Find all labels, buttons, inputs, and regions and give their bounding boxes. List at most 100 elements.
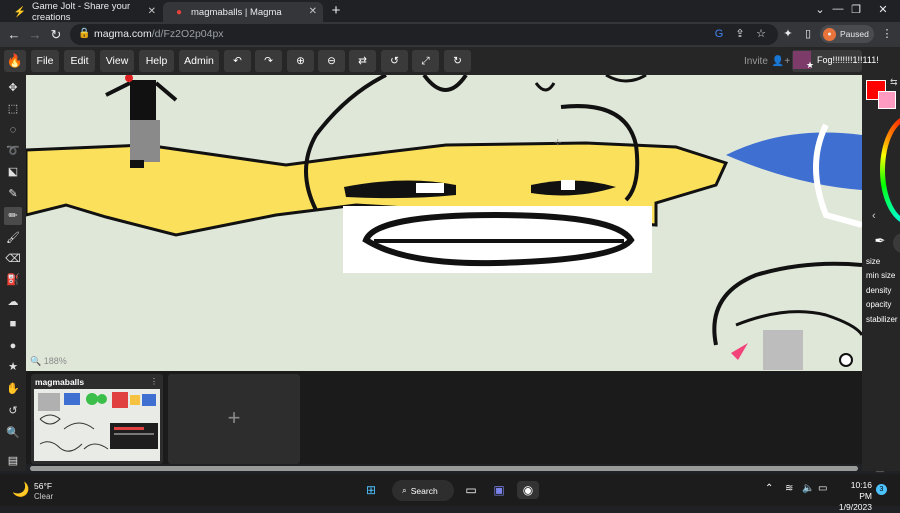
color-wheel[interactable] bbox=[880, 115, 900, 225]
search-label: Search bbox=[410, 485, 438, 496]
left-eye-highlight bbox=[416, 183, 444, 193]
layers-toggle-icon[interactable]: ▤ bbox=[4, 452, 22, 470]
brush-prop-size[interactable]: size bbox=[866, 257, 880, 266]
pencil-icon[interactable]: ✏ bbox=[4, 207, 22, 225]
rotate-left-icon[interactable]: ↺ bbox=[381, 50, 408, 72]
brush-prop-min-size[interactable]: min size bbox=[866, 271, 895, 280]
brush-prop-stabilizer[interactable]: stabilizer bbox=[866, 315, 898, 324]
tab-search-icon[interactable]: ⌄ bbox=[812, 3, 828, 16]
side-panel-icon[interactable]: ▯ bbox=[801, 27, 815, 41]
thumbnail-art bbox=[38, 392, 158, 452]
small-circle bbox=[839, 353, 853, 367]
head-curve-top bbox=[422, 75, 468, 92]
zoom-tool-icon[interactable]: 🔍 bbox=[4, 424, 22, 442]
bookmark-star-icon[interactable]: ☆ bbox=[754, 27, 768, 41]
menu-file[interactable]: File bbox=[31, 50, 59, 72]
weather-widget[interactable]: 🌙 56°F Clear bbox=[8, 480, 68, 502]
hand-icon[interactable]: ✋ bbox=[4, 380, 22, 398]
back-icon[interactable]: ← bbox=[6, 27, 22, 42]
tool-palette: ✥ ⬚ ◌ ➰ ⬕ ✎ ✏ 🖌 ⌫ ⛽ ☁ ■ ● ★ ✋ ↺ 🔍 ▤ bbox=[0, 75, 26, 471]
pink-mark bbox=[731, 343, 748, 360]
weather-temp: 56°F bbox=[34, 481, 53, 491]
menu-view[interactable]: View bbox=[100, 50, 134, 72]
rotate-right-icon[interactable]: ↻ bbox=[444, 50, 471, 72]
user-chip[interactable]: ★ Fog!!!!!!!!1!!111! bbox=[792, 50, 879, 72]
color-wheel-center bbox=[885, 120, 900, 220]
zoom-out-icon[interactable]: ⊖ bbox=[318, 50, 345, 72]
horizontal-scrollbar[interactable] bbox=[30, 466, 858, 471]
restore-icon[interactable]: ❐ bbox=[848, 3, 864, 16]
transform-icon[interactable]: ⬕ bbox=[4, 163, 22, 181]
collapse-panel-icon[interactable]: ‹ bbox=[872, 210, 876, 222]
eyedropper-icon[interactable]: ✎ bbox=[4, 185, 22, 203]
battery-icon[interactable]: ▭ bbox=[818, 483, 827, 494]
rect-select-icon[interactable]: ⬚ bbox=[4, 100, 22, 118]
system-clock[interactable]: 10:16 PM 1/9/2023 bbox=[838, 480, 872, 513]
more-menu-icon[interactable]: ⋮ bbox=[880, 27, 894, 41]
rectangle-shape-icon[interactable]: ■ bbox=[4, 315, 22, 333]
brush-prop-density[interactable]: density bbox=[866, 286, 891, 295]
star-shape-icon[interactable]: ★ bbox=[4, 358, 22, 376]
tab-gamejolt[interactable]: ⚡ Game Jolt - Share your creations ✕ bbox=[4, 1, 162, 23]
ellipse-select-icon[interactable]: ◌ bbox=[4, 121, 22, 139]
share-icon[interactable]: ⇪ bbox=[733, 27, 747, 41]
extensions-icon[interactable]: ✦ bbox=[781, 27, 795, 41]
lasso-icon[interactable]: ➰ bbox=[4, 142, 22, 160]
task-view-icon[interactable]: ▭ bbox=[462, 481, 480, 499]
drawing-canvas[interactable]: ⊹ 🔍 188% bbox=[26, 75, 862, 371]
character-body bbox=[130, 80, 156, 120]
magma-logo-icon[interactable]: 🔥 bbox=[4, 50, 26, 72]
address-bar[interactable]: 🔒 magma.com/d/Fz2O2p04px bbox=[70, 24, 778, 45]
fullscreen-icon[interactable]: ⤢ bbox=[412, 50, 439, 72]
layer-menu-icon[interactable]: ⋮ bbox=[150, 377, 158, 386]
flip-icon[interactable]: ⇄ bbox=[349, 50, 376, 72]
brush-icon[interactable]: 🖌 bbox=[4, 229, 22, 247]
secondary-color-swatch[interactable] bbox=[878, 91, 896, 109]
undo-icon[interactable]: ↶ bbox=[224, 50, 251, 72]
wifi-icon[interactable]: ≋ bbox=[785, 483, 793, 494]
brush-prop-opacity[interactable]: opacity bbox=[866, 300, 891, 309]
profile-button[interactable]: ● Paused bbox=[820, 25, 874, 43]
chrome-taskbar-icon[interactable]: ◉ bbox=[517, 481, 539, 499]
menu-help[interactable]: Help bbox=[139, 50, 174, 72]
tray-overflow-icon[interactable]: ⌃ bbox=[765, 483, 773, 494]
taskbar-search[interactable]: ⌕ Search bbox=[392, 480, 454, 501]
add-layer-button[interactable]: + bbox=[168, 374, 300, 464]
tab-magma[interactable]: ● magmaballs | Magma ✕ bbox=[163, 2, 323, 22]
zoom-icon: 🔍 bbox=[30, 356, 44, 366]
swap-colors-icon[interactable]: ⇆ bbox=[890, 77, 898, 88]
new-tab-button[interactable]: + bbox=[328, 3, 344, 19]
scrollbar-thumb[interactable] bbox=[30, 466, 858, 471]
clock-time: 10:16 PM bbox=[850, 480, 872, 501]
eraser-icon[interactable]: ⌫ bbox=[4, 250, 22, 268]
smudge-icon[interactable]: ☁ bbox=[4, 293, 22, 311]
ellipse-shape-icon[interactable]: ● bbox=[4, 337, 22, 355]
notification-badge[interactable]: 3 bbox=[876, 484, 887, 495]
brush-preset-next[interactable] bbox=[893, 233, 900, 253]
add-person-icon: 👤+ bbox=[771, 56, 791, 67]
teams-chat-icon[interactable]: ▣ bbox=[490, 481, 508, 499]
zoom-level: 188% bbox=[43, 356, 67, 366]
close-icon[interactable]: ✕ bbox=[309, 6, 317, 17]
menu-edit[interactable]: Edit bbox=[64, 50, 95, 72]
search-icon: ⌕ bbox=[402, 485, 407, 495]
weather-condition: Clear bbox=[34, 492, 54, 501]
menu-admin[interactable]: Admin bbox=[179, 50, 219, 72]
layer-card[interactable]: magmaballs ⋮ bbox=[31, 374, 163, 464]
close-window-icon[interactable]: ✕ bbox=[875, 3, 891, 16]
start-icon[interactable]: ⊞ bbox=[362, 481, 380, 499]
move-tool-icon[interactable]: ✥ bbox=[4, 79, 22, 97]
volume-icon[interactable]: 🔈 bbox=[802, 483, 814, 494]
forward-icon[interactable]: → bbox=[27, 27, 43, 42]
profile-status: Paused bbox=[840, 29, 869, 39]
redo-icon[interactable]: ↷ bbox=[255, 50, 282, 72]
google-icon[interactable]: G bbox=[712, 27, 726, 41]
minimize-icon[interactable]: — bbox=[830, 3, 846, 15]
zoom-in-icon[interactable]: ⊕ bbox=[287, 50, 314, 72]
rotate-view-icon[interactable]: ↺ bbox=[4, 402, 22, 420]
paint-bucket-icon[interactable]: ⛽ bbox=[4, 271, 22, 289]
reload-icon[interactable]: ↻ bbox=[48, 27, 64, 42]
close-icon[interactable]: ✕ bbox=[148, 6, 156, 17]
brush-preset-icon[interactable]: ✒ bbox=[870, 233, 890, 253]
invite-button[interactable]: Invite 👤+ bbox=[744, 56, 790, 67]
